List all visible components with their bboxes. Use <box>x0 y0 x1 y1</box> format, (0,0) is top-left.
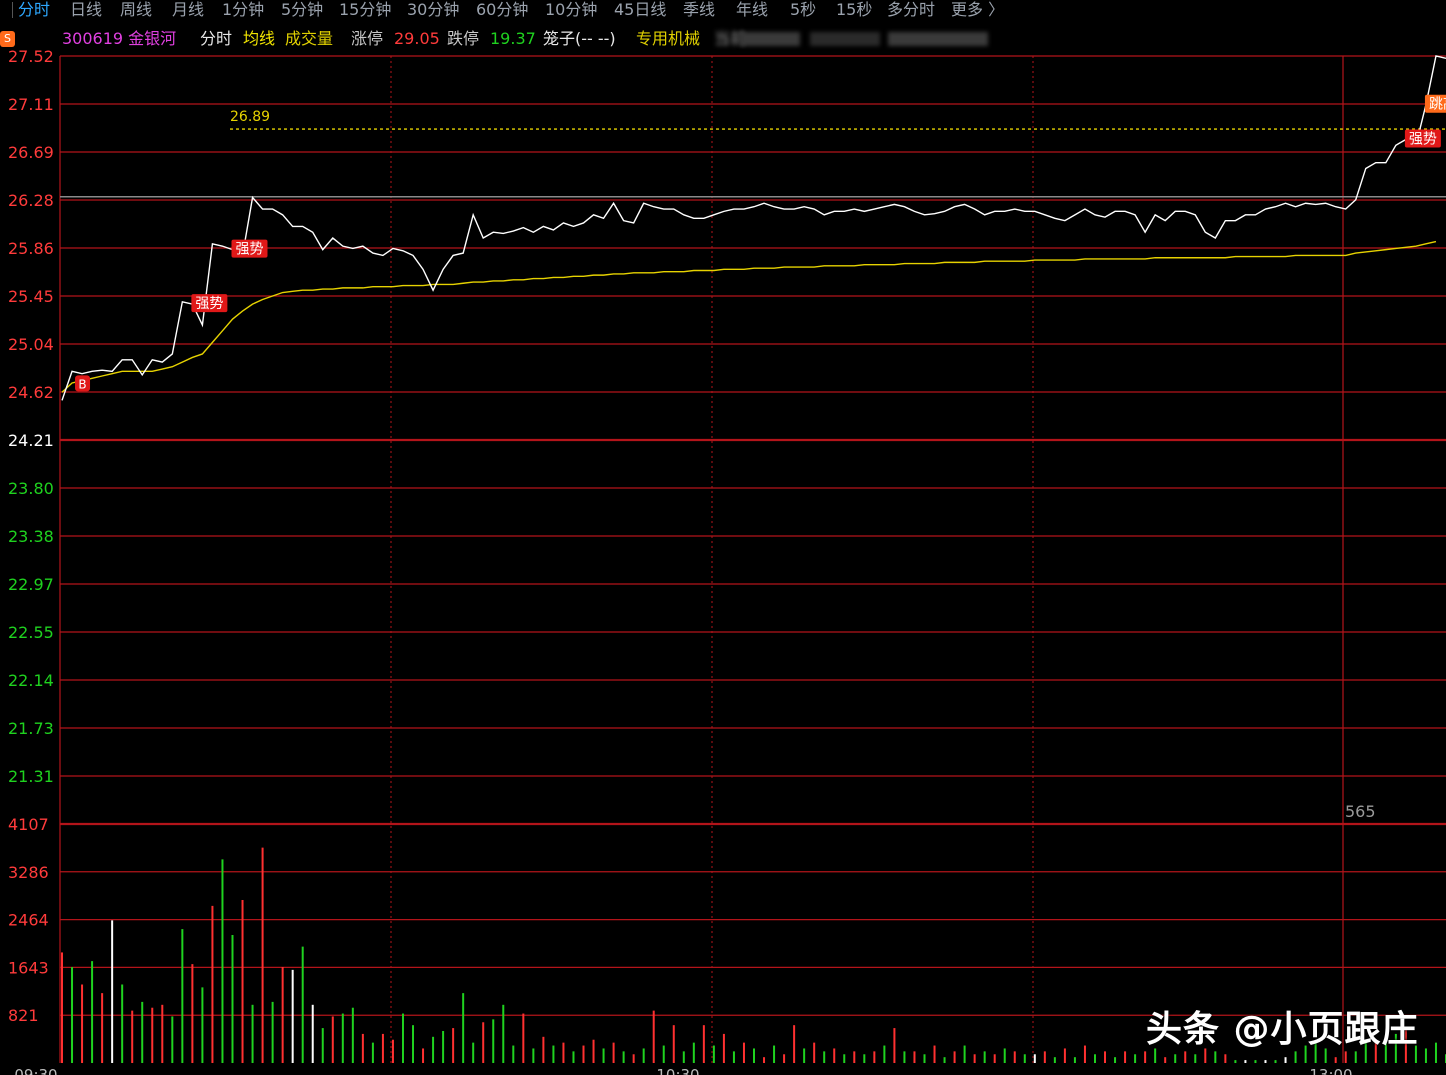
average-line <box>61 240 1437 393</box>
price-tick-label: 22.55 <box>8 623 54 642</box>
time-axis-label: 09:30 <box>14 1066 57 1075</box>
intraday-chart[interactable]: 27.52 27.11 26.69 26.28 25.86 25.45 25.04 24.62… <box>0 0 1446 1075</box>
price-tick-label: 22.97 <box>8 575 54 594</box>
volume-marker-label: 565 <box>1345 802 1376 821</box>
volume-tick-label: 3286 <box>8 863 49 882</box>
price-tick-label: 21.73 <box>8 719 54 738</box>
price-tick-label: 24.62 <box>8 383 54 402</box>
price-tick-label: 25.86 <box>8 239 54 258</box>
price-tick-label: 25.04 <box>8 335 54 354</box>
volume-tick-label: 2464 <box>8 911 49 930</box>
price-tick-label: 26.28 <box>8 191 54 210</box>
price-tick-label: 25.45 <box>8 287 54 306</box>
reference-price-label: 26.89 <box>230 109 270 125</box>
price-line <box>61 55 1446 401</box>
price-tick-label: 27.11 <box>8 95 54 114</box>
strong-signal-label: 强势 <box>195 296 223 312</box>
price-tick-label: 24.21 <box>8 431 54 450</box>
strong-signal-label: 强势 <box>1409 131 1437 147</box>
price-tick-label: 23.80 <box>8 479 54 498</box>
price-tick-label: 26.69 <box>8 143 54 162</box>
time-axis-label: 10:30 <box>656 1066 699 1075</box>
watermark: 头条 @小页跟庄 <box>1146 1009 1419 1050</box>
price-tick-label: 23.38 <box>8 527 54 546</box>
time-axis-label: 13:00 <box>1309 1066 1352 1075</box>
jump-signal-label: 跳高 <box>1429 96 1446 113</box>
price-tick-label: 22.14 <box>8 671 54 690</box>
buy-signal-label: B <box>78 377 86 391</box>
volume-tick-label: 4107 <box>8 815 49 834</box>
strong-signal-label: 强势 <box>235 242 263 258</box>
volume-tick-label: 821 <box>8 1006 39 1025</box>
price-tick-label: 21.31 <box>8 767 54 786</box>
price-tick-label: 27.52 <box>8 47 54 66</box>
volume-tick-label: 1643 <box>8 958 49 977</box>
